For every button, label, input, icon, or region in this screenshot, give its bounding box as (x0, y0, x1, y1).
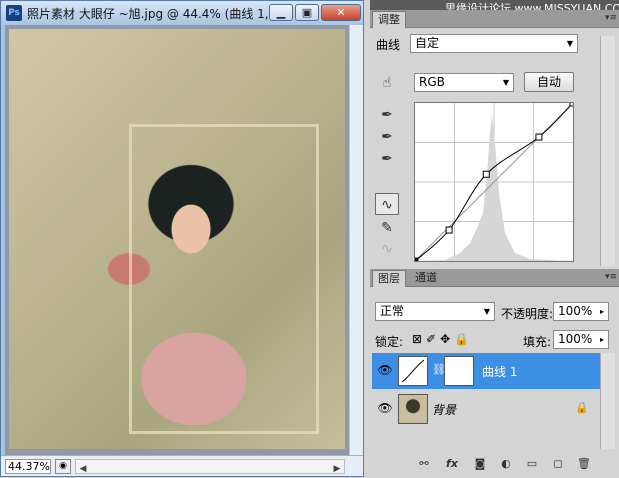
curves-adjustment-icon (398, 356, 428, 386)
adjustments-scrollbar[interactable] (600, 36, 615, 266)
chevron-right-icon: ▸ (599, 335, 604, 344)
curve-control-point[interactable] (482, 170, 490, 178)
opacity-value: 100% (558, 304, 593, 318)
layer-row-background[interactable]: 👁 背景 🔒 (372, 391, 600, 427)
status-bar: 44.37% ◉ ◀ ▶ (1, 455, 363, 476)
blend-mode-select[interactable]: 正常 ▼ (375, 302, 495, 321)
photoshop-icon: Ps (6, 5, 22, 21)
close-button[interactable]: ✕ (321, 4, 361, 21)
pencil-draw-icon[interactable]: ✎ (375, 217, 399, 239)
scroll-right-icon[interactable]: ▶ (330, 463, 344, 478)
zoom-field[interactable]: 44.37% (5, 459, 51, 474)
maximize-icon: ▣ (301, 6, 313, 19)
layer-name[interactable]: 曲线 1 (482, 363, 517, 380)
document-title-bar[interactable]: Ps 照片素材 大眼仔 ~旭.jpg @ 44.4% (曲线 1,... ▁ ▣… (1, 1, 363, 25)
layer-mask-thumbnail[interactable] (444, 356, 474, 386)
target-adjust-icon[interactable]: ☝ (375, 72, 399, 94)
visibility-eye-icon[interactable]: 👁 (377, 401, 393, 415)
white-point-eyedropper-icon[interactable]: ✒ (375, 148, 399, 170)
histogram (415, 115, 573, 261)
tab-adjustments[interactable]: 调整 (372, 11, 406, 28)
minimize-button[interactable]: ▁ (269, 4, 293, 21)
curve-control-point[interactable] (411, 257, 419, 265)
delete-layer-icon[interactable]: 🗑 (576, 456, 592, 472)
preset-label: 曲线 (376, 38, 401, 52)
opacity-input[interactable]: 100% ▸ (553, 302, 609, 321)
lock-options-icons[interactable]: ⊠✐✥🔒 (412, 332, 473, 346)
smooth-curve-icon[interactable]: ∿ (375, 238, 399, 260)
gray-point-eyedropper-icon[interactable]: ✒ (375, 126, 399, 148)
preset-select[interactable]: 自定 ▼ (410, 34, 578, 53)
horizontal-scrollbar[interactable]: ◀ ▶ (75, 459, 345, 474)
scroll-left-icon[interactable]: ◀ (76, 463, 90, 478)
fill-label: 填充: (523, 335, 552, 349)
add-mask-icon[interactable]: ◙ (472, 456, 488, 472)
adjustments-tabbar: 调整 ▾≡ (370, 10, 619, 28)
new-layer-icon[interactable]: ◻ (550, 456, 566, 472)
layers-tabbar: 图层 通道 ▾≡ (370, 269, 619, 287)
preset-value: 自定 (415, 36, 440, 50)
maximize-button[interactable]: ▣ (295, 4, 319, 21)
curve-control-point[interactable] (535, 133, 543, 141)
link-layers-icon[interactable]: ⚯ (416, 456, 432, 472)
document-title: 照片素材 大眼仔 ~旭.jpg @ 44.4% (曲线 1,... (27, 7, 281, 21)
tab-channels[interactable]: 通道 (410, 270, 442, 287)
visibility-eye-icon[interactable]: 👁 (377, 363, 393, 377)
layer-row-curves[interactable]: 👁 ⛓ 曲线 1 (372, 353, 600, 389)
channel-value: RGB (419, 75, 445, 89)
curves-thumb-svg (401, 359, 425, 383)
background-layer-thumbnail (398, 394, 428, 424)
new-group-icon[interactable]: ▭ (524, 456, 540, 472)
chevron-down-icon: ▼ (483, 307, 490, 316)
fill-input[interactable]: 100% ▸ (553, 330, 609, 349)
layers-bottom-toolbar: ⚯ fx ◙ ◐ ▭ ◻ 🗑 (410, 454, 600, 474)
curves-graph[interactable] (411, 99, 577, 265)
minimize-icon: ▁ (276, 6, 286, 19)
curves-svg (411, 99, 577, 265)
black-point-eyedropper-icon[interactable]: ✒ (375, 104, 399, 126)
channel-select[interactable]: RGB ▼ (414, 73, 514, 92)
layers-panel-menu-icon[interactable]: ▾≡ (605, 272, 617, 282)
panel-menu-icon[interactable]: ▾≡ (605, 13, 617, 23)
status-menu-button[interactable]: ◉ (55, 459, 71, 474)
fill-value: 100% (558, 332, 593, 346)
photo-image (9, 29, 345, 449)
lock-icon: 🔒 (575, 401, 589, 414)
curve-control-point[interactable] (569, 99, 577, 107)
layer-name[interactable]: 背景 (432, 401, 456, 418)
document-window: Ps 照片素材 大眼仔 ~旭.jpg @ 44.4% (曲线 1,... ▁ ▣… (0, 0, 364, 477)
close-icon: ✕ (336, 6, 346, 19)
vertical-scrollbar[interactable] (349, 25, 363, 455)
curve-control-point[interactable] (445, 226, 453, 234)
opacity-label: 不透明度: (501, 307, 554, 321)
chevron-right-icon: ▸ (599, 307, 604, 316)
lock-label: 锁定: (375, 335, 404, 349)
chevron-down-icon: ▼ (502, 78, 509, 87)
new-adjustment-layer-icon[interactable]: ◐ (498, 456, 514, 472)
canvas[interactable] (5, 25, 349, 455)
blend-mode-value: 正常 (380, 304, 405, 318)
layers-scrollbar[interactable] (600, 353, 615, 449)
layer-style-icon[interactable]: fx (444, 456, 460, 472)
auto-button[interactable]: 自动 (524, 72, 574, 92)
tab-layers[interactable]: 图层 (372, 270, 406, 287)
chevron-down-icon: ▼ (566, 39, 573, 48)
photo-frame (129, 124, 319, 434)
curve-point-tool-icon[interactable]: ∿ (375, 193, 399, 215)
